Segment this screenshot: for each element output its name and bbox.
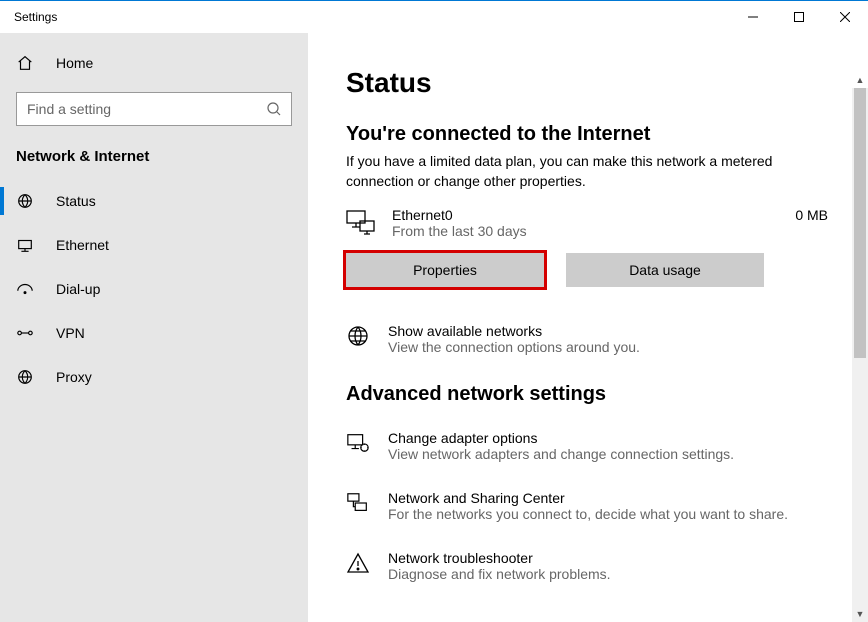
search-input[interactable] bbox=[16, 92, 292, 126]
close-button[interactable] bbox=[822, 1, 868, 33]
sidebar-item-label: Dial-up bbox=[56, 281, 100, 297]
change-adapter-sub: View network adapters and change connect… bbox=[388, 446, 734, 462]
sharing-center-link[interactable]: Network and Sharing Center For the netwo… bbox=[346, 490, 828, 522]
troubleshooter-sub: Diagnose and fix network problems. bbox=[388, 566, 611, 582]
connected-heading: You're connected to the Internet bbox=[346, 123, 828, 146]
change-adapter-link[interactable]: Change adapter options View network adap… bbox=[346, 430, 828, 462]
connection-name: Ethernet0 bbox=[392, 207, 777, 223]
change-adapter-title: Change adapter options bbox=[388, 430, 734, 446]
sidebar-item-vpn[interactable]: VPN bbox=[0, 311, 308, 355]
vpn-icon bbox=[16, 324, 34, 342]
ethernet-icon bbox=[16, 236, 34, 254]
sharing-center-title: Network and Sharing Center bbox=[388, 490, 788, 506]
warning-icon bbox=[346, 551, 370, 575]
show-networks-sub: View the connection options around you. bbox=[388, 339, 640, 355]
sidebar-item-status[interactable]: Status bbox=[0, 179, 308, 223]
sidebar-item-label: Proxy bbox=[56, 369, 92, 385]
sidebar-item-label: Status bbox=[56, 193, 96, 209]
search-icon bbox=[266, 101, 282, 117]
sidebar: Home Network & Internet Status Ethernet bbox=[0, 33, 308, 622]
properties-button[interactable]: Properties bbox=[346, 253, 544, 287]
proxy-icon bbox=[16, 368, 34, 386]
monitor-network-icon bbox=[346, 209, 374, 237]
scrollbar[interactable]: ▲ ▼ bbox=[852, 88, 868, 622]
dialup-icon bbox=[16, 280, 34, 298]
globe-icon bbox=[346, 324, 370, 348]
sidebar-item-dialup[interactable]: Dial-up bbox=[0, 267, 308, 311]
titlebar: Settings bbox=[0, 1, 868, 33]
main-content: Status You're connected to the Internet … bbox=[308, 33, 868, 622]
show-networks-link[interactable]: Show available networks View the connect… bbox=[346, 323, 828, 355]
sidebar-section-header: Network & Internet bbox=[0, 126, 308, 179]
minimize-button[interactable] bbox=[730, 1, 776, 33]
sidebar-item-ethernet[interactable]: Ethernet bbox=[0, 223, 308, 267]
scroll-down-icon[interactable]: ▼ bbox=[852, 606, 868, 622]
status-icon bbox=[16, 192, 34, 210]
show-networks-title: Show available networks bbox=[388, 323, 640, 339]
data-usage-button[interactable]: Data usage bbox=[566, 253, 764, 287]
sharing-icon bbox=[346, 491, 370, 515]
connection-period: From the last 30 days bbox=[392, 223, 777, 239]
scroll-thumb[interactable] bbox=[854, 88, 866, 358]
connection-buttons: Properties Data usage bbox=[346, 253, 828, 287]
troubleshooter-link[interactable]: Network troubleshooter Diagnose and fix … bbox=[346, 550, 828, 582]
sidebar-item-home[interactable]: Home bbox=[0, 44, 308, 82]
scroll-up-icon[interactable]: ▲ bbox=[852, 72, 868, 88]
sidebar-item-proxy[interactable]: Proxy bbox=[0, 355, 308, 399]
connection-usage: 0 MB bbox=[795, 207, 828, 223]
home-icon bbox=[16, 54, 34, 72]
home-label: Home bbox=[56, 55, 93, 71]
adapter-icon bbox=[346, 431, 370, 455]
maximize-button[interactable] bbox=[776, 1, 822, 33]
sidebar-item-label: VPN bbox=[56, 325, 85, 341]
nav-list: Status Ethernet Dial-up VPN bbox=[0, 179, 308, 399]
troubleshooter-title: Network troubleshooter bbox=[388, 550, 611, 566]
sharing-center-sub: For the networks you connect to, decide … bbox=[388, 506, 788, 522]
advanced-heading: Advanced network settings bbox=[346, 383, 828, 406]
connection-row: Ethernet0 From the last 30 days 0 MB bbox=[346, 207, 828, 239]
search-container bbox=[16, 92, 292, 126]
page-title: Status bbox=[346, 67, 828, 99]
sidebar-item-label: Ethernet bbox=[56, 237, 109, 253]
connected-text: If you have a limited data plan, you can… bbox=[346, 152, 776, 191]
window-title: Settings bbox=[14, 10, 57, 24]
window-controls bbox=[730, 1, 868, 33]
